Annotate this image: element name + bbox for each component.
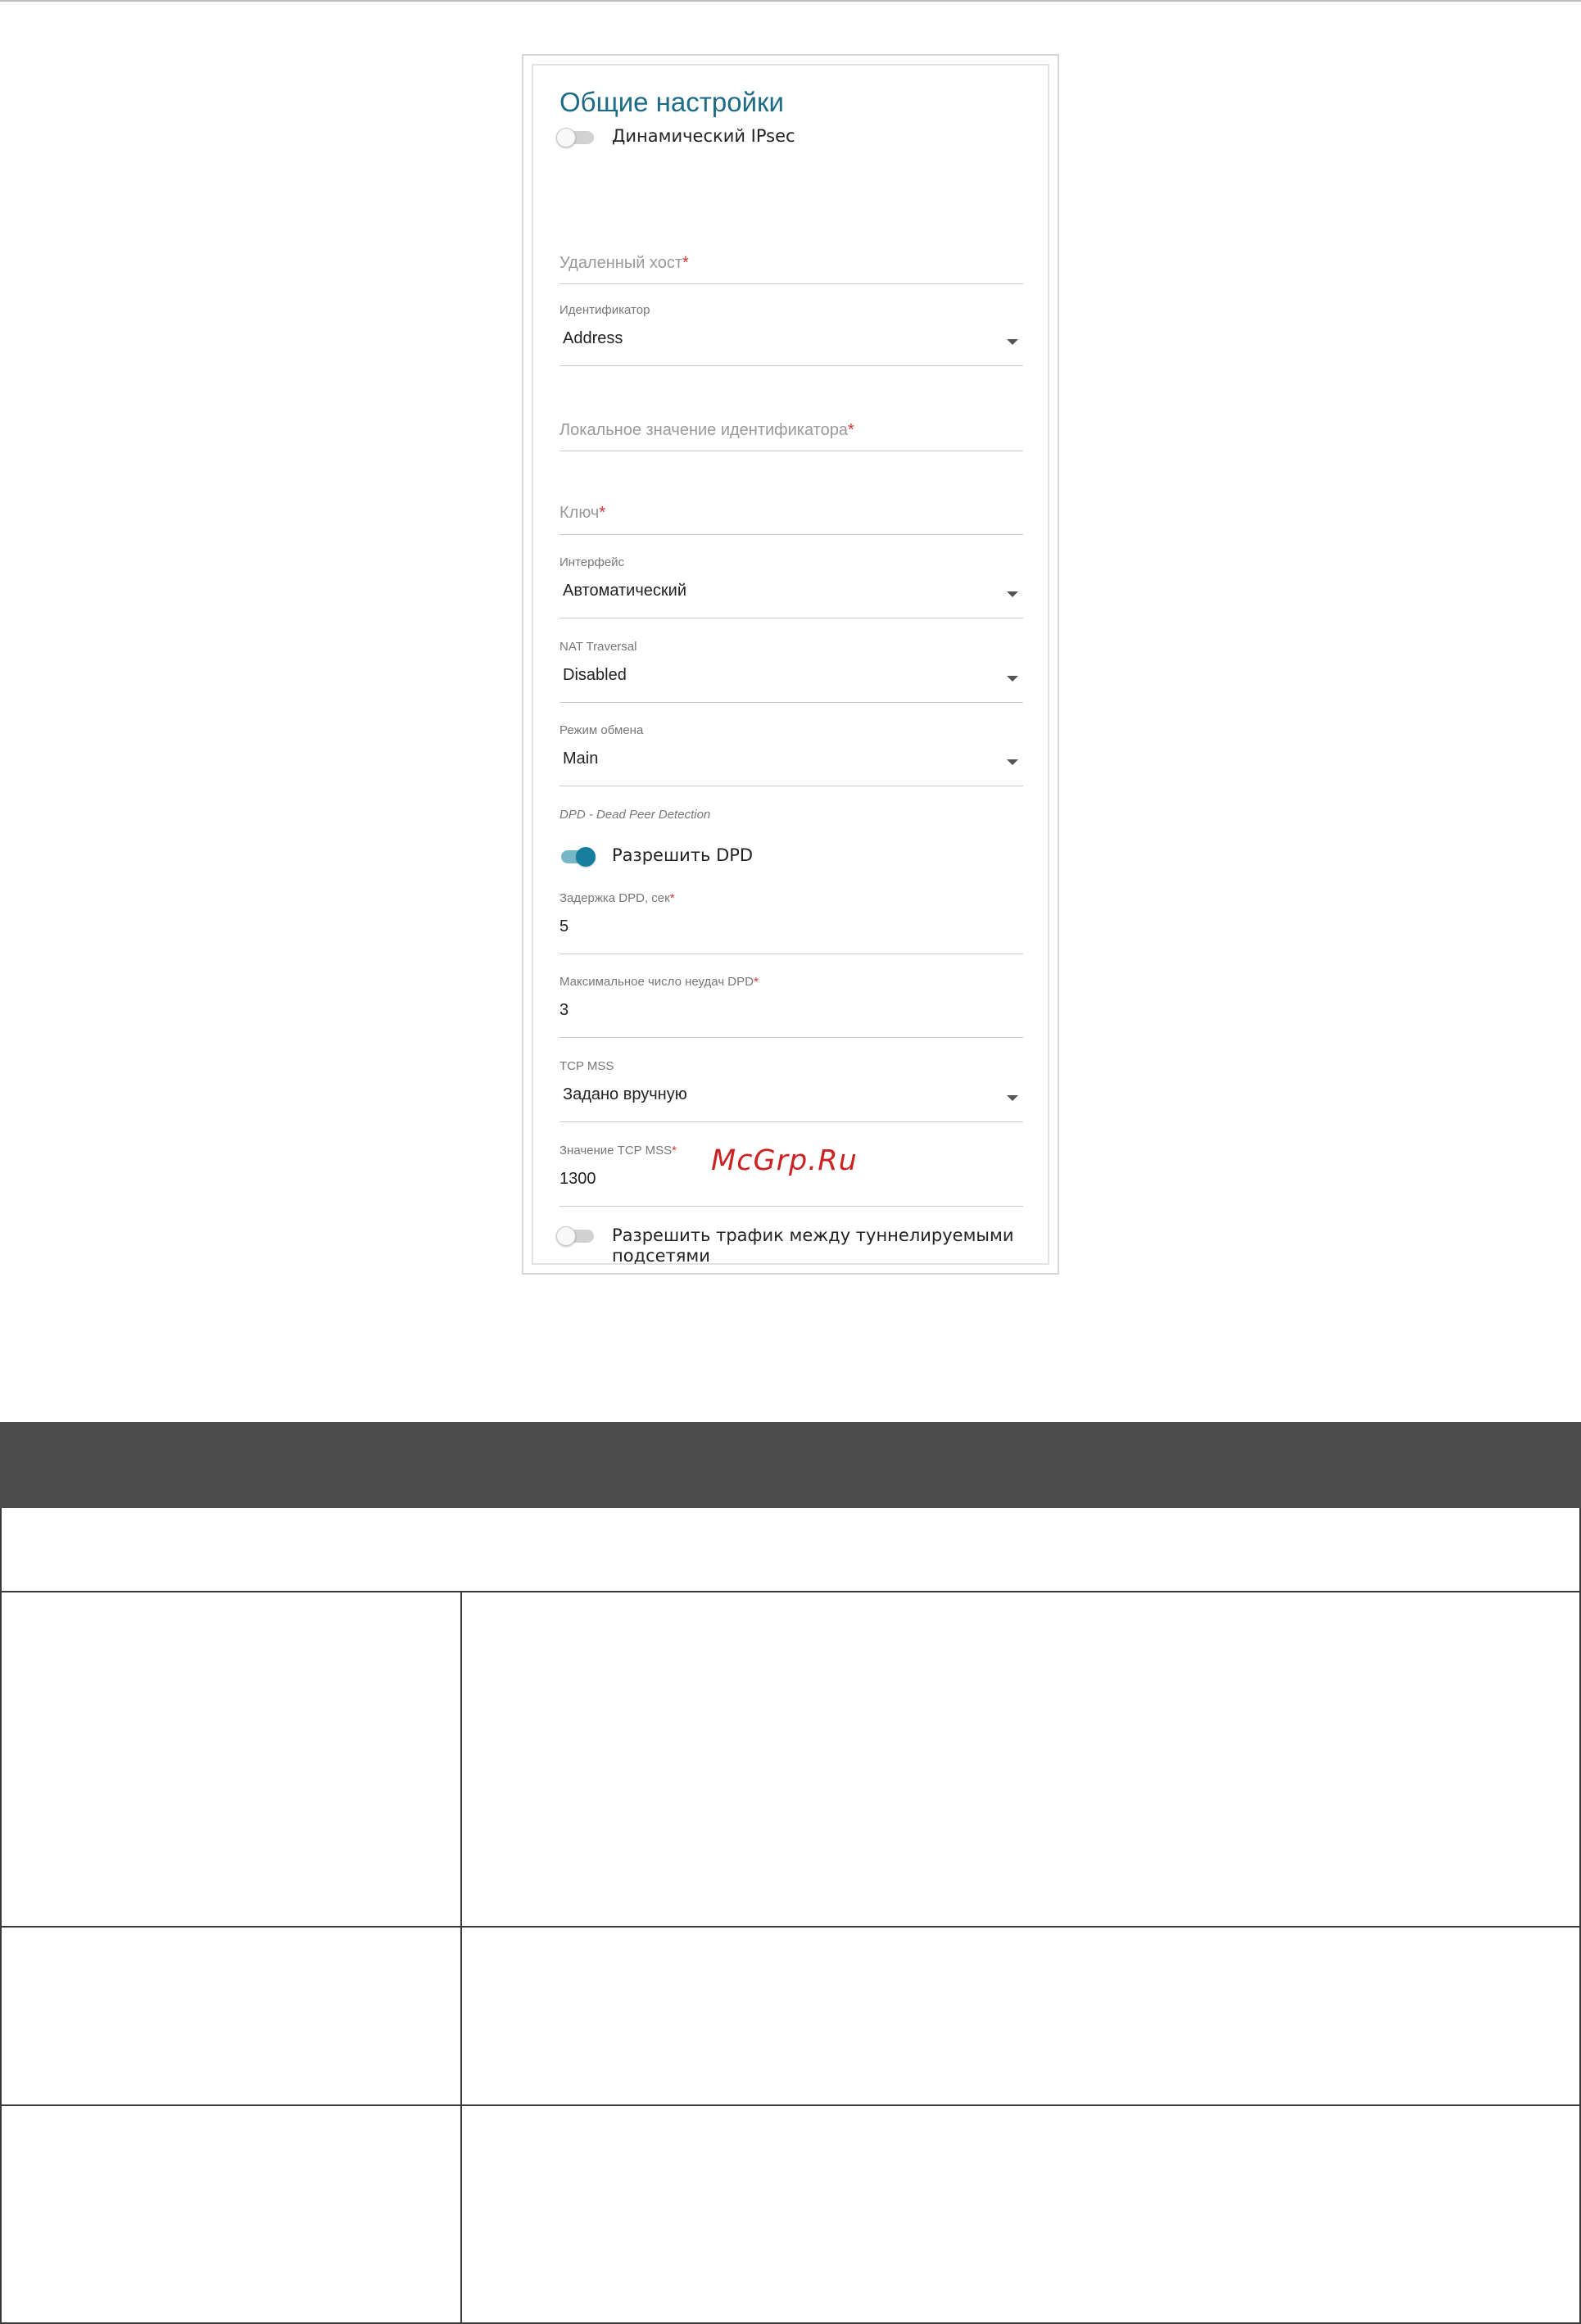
- nat-traversal-value: Disabled: [563, 666, 627, 684]
- field-underline: [559, 1121, 1023, 1122]
- key-placeholder: Ключ*: [559, 504, 606, 522]
- toggle-knob: [556, 128, 576, 147]
- table-cell-description: [460, 1926, 1581, 2106]
- dpd-max-failures-value: 3: [559, 1001, 569, 1019]
- table-cell-description: [460, 1592, 1581, 1928]
- interface-value: Автоматический: [563, 582, 686, 600]
- remote-host-placeholder: Удаленный хост*: [559, 254, 689, 272]
- dpd-delay-label: Задержка DPD, сек*: [559, 891, 675, 905]
- tcp-mss-value-value: 1300: [559, 1170, 596, 1188]
- nat-traversal-select[interactable]: NAT Traversal Disabled: [559, 640, 1023, 705]
- allow-tunnel-traffic-label-line2: подсетями: [612, 1246, 710, 1266]
- allow-tunnel-traffic-toggle[interactable]: [556, 1226, 594, 1246]
- dpd-max-failures-label: Максимальное число неудач DPD*: [559, 975, 759, 989]
- tcp-mss-value: Задано вручную: [563, 1085, 687, 1103]
- watermark: McGrp.Ru: [711, 1144, 858, 1177]
- dpd-max-failures-input[interactable]: Максимальное число неудач DPD* 3: [559, 975, 1023, 1040]
- chevron-down-icon: [1007, 676, 1018, 682]
- local-id-value-placeholder: Локальное значение идентификатора*: [559, 421, 854, 439]
- panel-title: Общие настройки: [559, 87, 784, 117]
- local-id-value-field[interactable]: Локальное значение идентификатора*: [559, 392, 1023, 453]
- field-underline: [559, 702, 1023, 703]
- exchange-mode-label: Режим обмена: [559, 723, 644, 737]
- identifier-value: Address: [563, 329, 623, 347]
- table-cell-param: [0, 1592, 462, 1928]
- dpd-delay-input[interactable]: Задержка DPD, сек* 5: [559, 891, 1023, 957]
- tcp-mss-value-label: Значение TCP MSS*: [559, 1144, 677, 1157]
- dynamic-ipsec-toggle[interactable]: [556, 128, 594, 147]
- dpd-section-label: DPD - Dead Peer Detection: [559, 808, 711, 822]
- table-header: [0, 1422, 1581, 1508]
- chevron-down-icon: [1007, 759, 1018, 765]
- field-underline: [559, 1037, 1023, 1038]
- table-cell-param: [0, 2104, 462, 2324]
- allow-tunnel-traffic-label-line1: Разрешить трафик между туннелируемыми: [612, 1225, 1014, 1245]
- tcp-mss-label: TCP MSS: [559, 1059, 614, 1073]
- dpd-delay-value: 5: [559, 917, 569, 935]
- table-section-row: [0, 1508, 1581, 1592]
- table-cell-param: [0, 1926, 462, 2106]
- tcp-mss-select[interactable]: TCP MSS Задано вручную: [559, 1059, 1023, 1125]
- interface-select[interactable]: Интерфейс Автоматический: [559, 555, 1023, 621]
- key-field[interactable]: Ключ*: [559, 474, 1023, 536]
- field-underline: [559, 534, 1023, 535]
- identifier-select[interactable]: Идентификатор Address: [559, 303, 1023, 369]
- allow-dpd-label: Разрешить DPD: [612, 845, 754, 865]
- settings-panel: Общие настройки Динамический IPsec Удале…: [522, 54, 1059, 1275]
- interface-label: Интерфейс: [559, 555, 625, 569]
- field-underline: [559, 283, 1023, 284]
- table-cell-description: [460, 2104, 1581, 2324]
- top-rule: [0, 0, 1581, 2]
- exchange-mode-select[interactable]: Режим обмена Main: [559, 723, 1023, 789]
- field-underline: [559, 1206, 1023, 1207]
- toggle-knob: [576, 847, 596, 867]
- field-underline: [559, 365, 1023, 366]
- nat-traversal-label: NAT Traversal: [559, 640, 637, 654]
- toggle-knob: [556, 1226, 576, 1246]
- chevron-down-icon: [1007, 339, 1018, 345]
- remote-host-field[interactable]: Удаленный хост*: [559, 195, 1023, 285]
- chevron-down-icon: [1007, 1095, 1018, 1101]
- chevron-down-icon: [1007, 591, 1018, 597]
- exchange-mode-value: Main: [563, 750, 599, 768]
- allow-dpd-toggle[interactable]: [558, 847, 596, 867]
- dynamic-ipsec-label: Динамический IPsec: [612, 126, 795, 146]
- identifier-label: Идентификатор: [559, 303, 650, 317]
